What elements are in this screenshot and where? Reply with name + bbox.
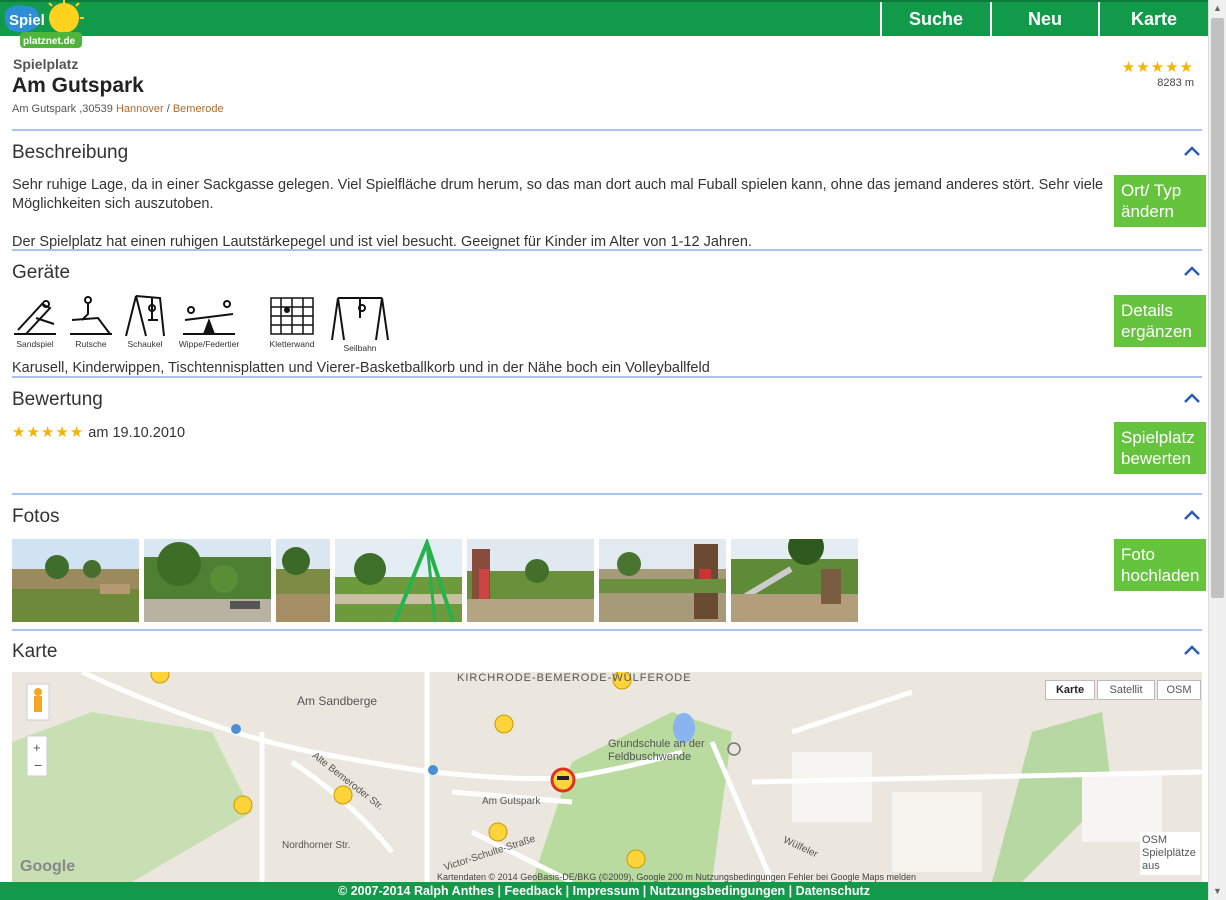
chevron-up-icon[interactable] <box>1184 146 1200 156</box>
nav-search-button[interactable]: Suche <box>880 2 990 36</box>
equipment-label: Wippe/Federtier <box>178 339 240 349</box>
photo-thumbnail[interactable] <box>12 539 139 622</box>
scroll-up-arrow-icon[interactable]: ▲ <box>1209 0 1226 17</box>
chevron-up-icon[interactable] <box>1184 266 1200 276</box>
page-title: Am Gutspark <box>12 74 144 97</box>
photo-thumbnail[interactable] <box>467 539 594 622</box>
footer-copyright: © 2007-2014 Ralph Anthes <box>338 884 495 898</box>
svg-text:−: − <box>34 757 42 773</box>
map-type-satellite-tab[interactable]: Satellit <box>1097 680 1155 700</box>
top-navigation-bar: Suche Neu Karte <box>0 0 1208 36</box>
photo-thumbnail[interactable] <box>144 539 271 622</box>
section-divider <box>12 249 1202 251</box>
footer-link-privacy[interactable]: Datenschutz <box>796 884 870 898</box>
section-divider <box>12 129 1202 131</box>
svg-text:platznet.de: platznet.de <box>23 36 76 47</box>
map-label-street: Am Sandberge <box>297 694 378 708</box>
svg-text:Spiel: Spiel <box>9 12 45 29</box>
footer: © 2007-2014 Ralph Anthes | Feedback | Im… <box>0 882 1208 900</box>
description-text: Sehr ruhige Lage, da in einer Sackgasse … <box>12 177 1104 212</box>
equipment-zipline: Seilbahn <box>328 294 392 353</box>
map-heading: Karte <box>12 641 58 662</box>
equipment-label: Seilbahn <box>343 343 377 353</box>
equipment-label: Rutsche <box>75 339 107 349</box>
swing-icon <box>125 295 165 337</box>
map-label-street: Nordhorner Str. <box>282 840 351 851</box>
zipline-icon <box>331 297 389 341</box>
map-label-gutspark: Am Gutspark <box>482 796 541 807</box>
upload-photo-button[interactable]: Foto hochladen <box>1114 539 1206 591</box>
equipment-label: Kletterwand <box>269 339 315 349</box>
equipment-swing: Schaukel <box>122 294 168 349</box>
osm-note: OSM Spielplätze aus <box>1140 832 1200 875</box>
description-heading: Beschreibung <box>12 142 129 163</box>
section-divider <box>12 493 1202 495</box>
vertical-scrollbar[interactable]: ▲ ▼ <box>1208 0 1226 900</box>
section-divider <box>12 376 1202 378</box>
equipment-label: Sandspiel <box>16 339 54 349</box>
nav-map-button[interactable]: Karte <box>1098 2 1208 36</box>
footer-link-feedback[interactable]: Feedback <box>505 884 563 898</box>
street-address: Am Gutspark ,30539 <box>12 103 113 115</box>
footer-link-terms[interactable]: Nutzungsbedingungen <box>650 884 785 898</box>
chevron-up-icon[interactable] <box>1184 510 1200 520</box>
chevron-up-icon[interactable] <box>1184 393 1200 403</box>
map-label-district: KIRCHRODE-BEMERODE-WÜLFERODE <box>457 672 692 684</box>
equipment-sandbox: Sandspiel <box>12 294 58 349</box>
equipment-heading: Geräte <box>12 262 71 283</box>
rate-playground-button[interactable]: Spielplatz bewerten <box>1114 422 1206 474</box>
scrollbar-thumb[interactable] <box>1211 18 1224 598</box>
rating-entry-stars: ★★★★★ <box>12 424 85 441</box>
map-canvas[interactable]: + − <box>12 672 1202 882</box>
address: Am Gutspark ,30539 Hannover / Bemerode <box>12 103 224 115</box>
google-logo: Google <box>20 858 76 875</box>
district-link[interactable]: Bemerode <box>173 103 224 115</box>
seesaw-icon <box>183 300 235 335</box>
address-separator: / <box>166 103 170 115</box>
rating-stars: ★★★★★ <box>1121 59 1194 76</box>
edit-location-button[interactable]: Ort/ Typ ändern <box>1114 175 1206 227</box>
category-label: Spielplatz <box>13 56 79 72</box>
map-view[interactable]: + − KIRCHRODE-BEMERODE-WÜLFERODE Am Sand… <box>12 672 1202 882</box>
photo-thumbnail[interactable] <box>599 539 726 622</box>
equipment-climbing-wall: Kletterwand <box>262 294 322 349</box>
scroll-down-arrow-icon[interactable]: ▼ <box>1209 883 1226 900</box>
equipment-seesaw: Wippe/Federtier <box>176 294 242 349</box>
photo-thumbnail[interactable] <box>731 539 858 622</box>
distance-label: 8283 m <box>1157 77 1194 89</box>
photos-heading: Fotos <box>12 506 60 527</box>
rating-date: am 19.10.2010 <box>88 425 186 441</box>
section-divider <box>12 629 1202 631</box>
equipment-slide: Rutsche <box>68 294 114 349</box>
slide-icon <box>70 296 112 335</box>
site-logo[interactable]: Spiel platznet.de <box>2 0 84 54</box>
svg-text:+: + <box>33 740 41 755</box>
chevron-up-icon[interactable] <box>1184 645 1200 655</box>
photo-thumbnail[interactable] <box>276 539 330 622</box>
add-details-button[interactable]: Details ergänzen <box>1114 295 1206 347</box>
map-label-school: Grundschule an der Feldbuschwende <box>608 738 705 763</box>
climbing-wall-icon <box>270 297 314 335</box>
footer-link-imprint[interactable]: Impressum <box>573 884 640 898</box>
equipment-label: Schaukel <box>127 339 163 349</box>
photo-thumbnail[interactable] <box>335 539 462 622</box>
rating-entry: ★★★★★ am 19.10.2010 <box>12 423 185 443</box>
map-copyright[interactable]: Kartendaten © 2014 GeoBasis-DE/BKG (©200… <box>437 872 916 882</box>
rating-heading: Bewertung <box>12 389 103 410</box>
map-type-osm-tab[interactable]: OSM <box>1157 680 1201 700</box>
sandbox-icon <box>14 300 56 335</box>
city-link[interactable]: Hannover <box>116 103 164 115</box>
nav-new-button[interactable]: Neu <box>990 2 1098 36</box>
map-type-map-tab[interactable]: Karte <box>1045 680 1095 700</box>
